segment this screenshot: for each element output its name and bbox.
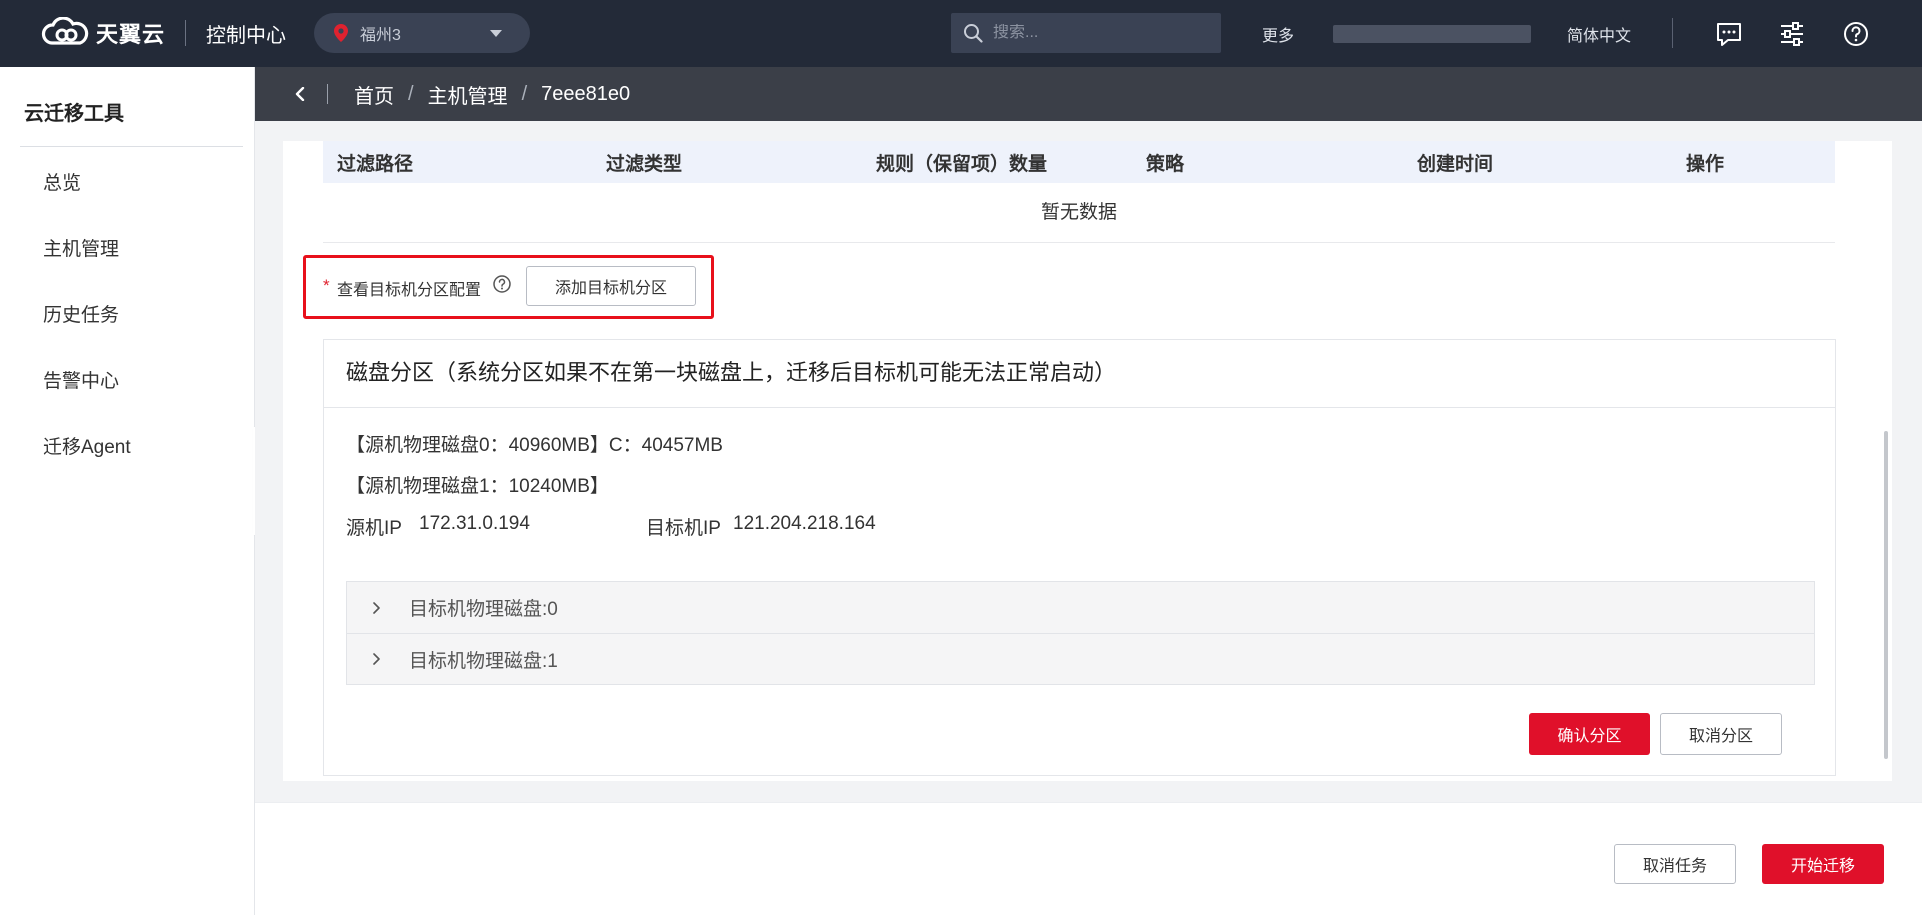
location-pin-icon xyxy=(334,24,348,42)
source-ip-label: 源机IP xyxy=(346,518,402,539)
cloud-logo-icon xyxy=(41,17,89,45)
breadcrumb-divider xyxy=(327,84,328,104)
target-disk-label: 目标机物理磁盘:1 xyxy=(409,650,558,672)
breadcrumb-separator: / xyxy=(521,82,528,105)
column-header: 规则（保留项）数量 xyxy=(876,154,1048,175)
empty-table-message: 暂无数据 xyxy=(323,183,1835,243)
sidebar-item-history-tasks[interactable]: 历史任务 xyxy=(43,300,119,327)
target-disk-row[interactable]: 目标机物理磁盘:1 xyxy=(347,633,1814,684)
breadcrumb-host-management[interactable]: 主机管理 xyxy=(428,80,508,109)
more-menu[interactable]: 更多 xyxy=(1262,22,1294,46)
target-ip-value: 121.204.218.164 xyxy=(733,513,876,534)
target-ip-label: 目标机IP xyxy=(646,518,721,539)
disk-partition-panel: 磁盘分区（系统分区如果不在第一块磁盘上，迁移后目标机可能无法正常启动） 【源机物… xyxy=(323,339,1836,776)
brand[interactable]: 天翼云 控制中心 xyxy=(40,14,286,52)
confirm-partition-button[interactable]: 确认分区 xyxy=(1529,713,1650,755)
sidebar-divider xyxy=(20,146,243,147)
main-content: 过滤路径 过滤类型 规则（保留项）数量 策略 创建时间 操作 暂无数据 * 查看… xyxy=(255,121,1922,915)
message-icon[interactable] xyxy=(1716,21,1742,47)
breadcrumb-separator: / xyxy=(408,82,414,105)
column-header: 操作 xyxy=(1686,154,1725,175)
chevron-right-icon xyxy=(373,601,380,614)
sidebar-item-overview[interactable]: 总览 xyxy=(43,168,81,195)
back-arrow-icon[interactable] xyxy=(293,87,307,101)
footer-action-bar: 取消任务 开始迁移 xyxy=(255,802,1922,915)
search-box[interactable] xyxy=(951,13,1221,53)
account-name-redacted[interactable] xyxy=(1333,25,1531,43)
source-disk-info: 【源机物理磁盘1：10240MB】 xyxy=(346,476,609,497)
topbar-divider xyxy=(1672,18,1673,48)
target-disk-label: 目标机物理磁盘:0 xyxy=(409,599,558,620)
region-name: 福州3 xyxy=(360,27,401,44)
source-disk-info: 【源机物理磁盘0：40960MB】C：40457MB xyxy=(346,435,723,456)
search-input[interactable] xyxy=(993,24,1203,42)
column-header: 过滤类型 xyxy=(606,154,683,175)
breadcrumb-home[interactable]: 首页 xyxy=(354,80,394,109)
column-header: 创建时间 xyxy=(1417,154,1494,175)
filter-table-header: 过滤路径 过滤类型 规则（保留项）数量 策略 创建时间 操作 xyxy=(323,141,1835,183)
brand-name: 天翼云 xyxy=(96,22,166,47)
region-selector[interactable]: 福州3 xyxy=(314,13,530,53)
search-icon xyxy=(964,24,983,43)
top-navigation-bar: 天翼云 控制中心 福州3 更多 简体中文 xyxy=(0,0,1922,67)
chevron-down-icon xyxy=(490,29,502,37)
disk-partition-title: 磁盘分区（系统分区如果不在第一块磁盘上，迁移后目标机可能无法正常启动） xyxy=(324,340,1835,408)
start-migration-button[interactable]: 开始迁移 xyxy=(1762,844,1884,884)
help-icon[interactable] xyxy=(1843,21,1869,47)
sidebar-item-alarm-center[interactable]: 告警中心 xyxy=(43,366,119,393)
target-disk-accordion: 目标机物理磁盘:0 目标机物理磁盘:1 xyxy=(346,581,1815,685)
sidebar: 云迁移工具 总览 主机管理 历史任务 告警中心 迁移Agent xyxy=(0,67,255,915)
scrollbar-thumb[interactable] xyxy=(1884,431,1888,759)
breadcrumb: 首页 / 主机管理 / 7eee81e0 xyxy=(255,67,1922,121)
settings-sliders-icon[interactable] xyxy=(1779,21,1805,47)
question-circle-icon[interactable] xyxy=(492,274,512,294)
language-switch[interactable]: 简体中文 xyxy=(1567,22,1631,46)
console-title: 控制中心 xyxy=(206,24,287,47)
sidebar-title: 云迁移工具 xyxy=(24,103,124,125)
sidebar-item-host-management[interactable]: 主机管理 xyxy=(43,234,119,261)
add-target-partition-button[interactable]: 添加目标机分区 xyxy=(526,266,696,306)
migration-config-card: 过滤路径 过滤类型 规则（保留项）数量 策略 创建时间 操作 暂无数据 * 查看… xyxy=(283,141,1892,781)
source-ip-value: 172.31.0.194 xyxy=(419,513,530,534)
chevron-right-icon xyxy=(373,653,380,665)
column-header: 策略 xyxy=(1146,154,1185,175)
cancel-partition-button[interactable]: 取消分区 xyxy=(1660,713,1782,755)
partition-config-label: 查看目标机分区配置 xyxy=(337,282,482,299)
breadcrumb-current-host: 7eee81e0 xyxy=(541,82,631,105)
brand-divider xyxy=(185,20,187,46)
target-disk-row[interactable]: 目标机物理磁盘:0 xyxy=(347,582,1814,633)
column-header: 过滤路径 xyxy=(337,154,414,175)
sidebar-item-migration-agent[interactable]: 迁移Agent xyxy=(43,432,131,459)
cancel-task-button[interactable]: 取消任务 xyxy=(1614,844,1736,884)
required-mark: * xyxy=(323,276,330,295)
